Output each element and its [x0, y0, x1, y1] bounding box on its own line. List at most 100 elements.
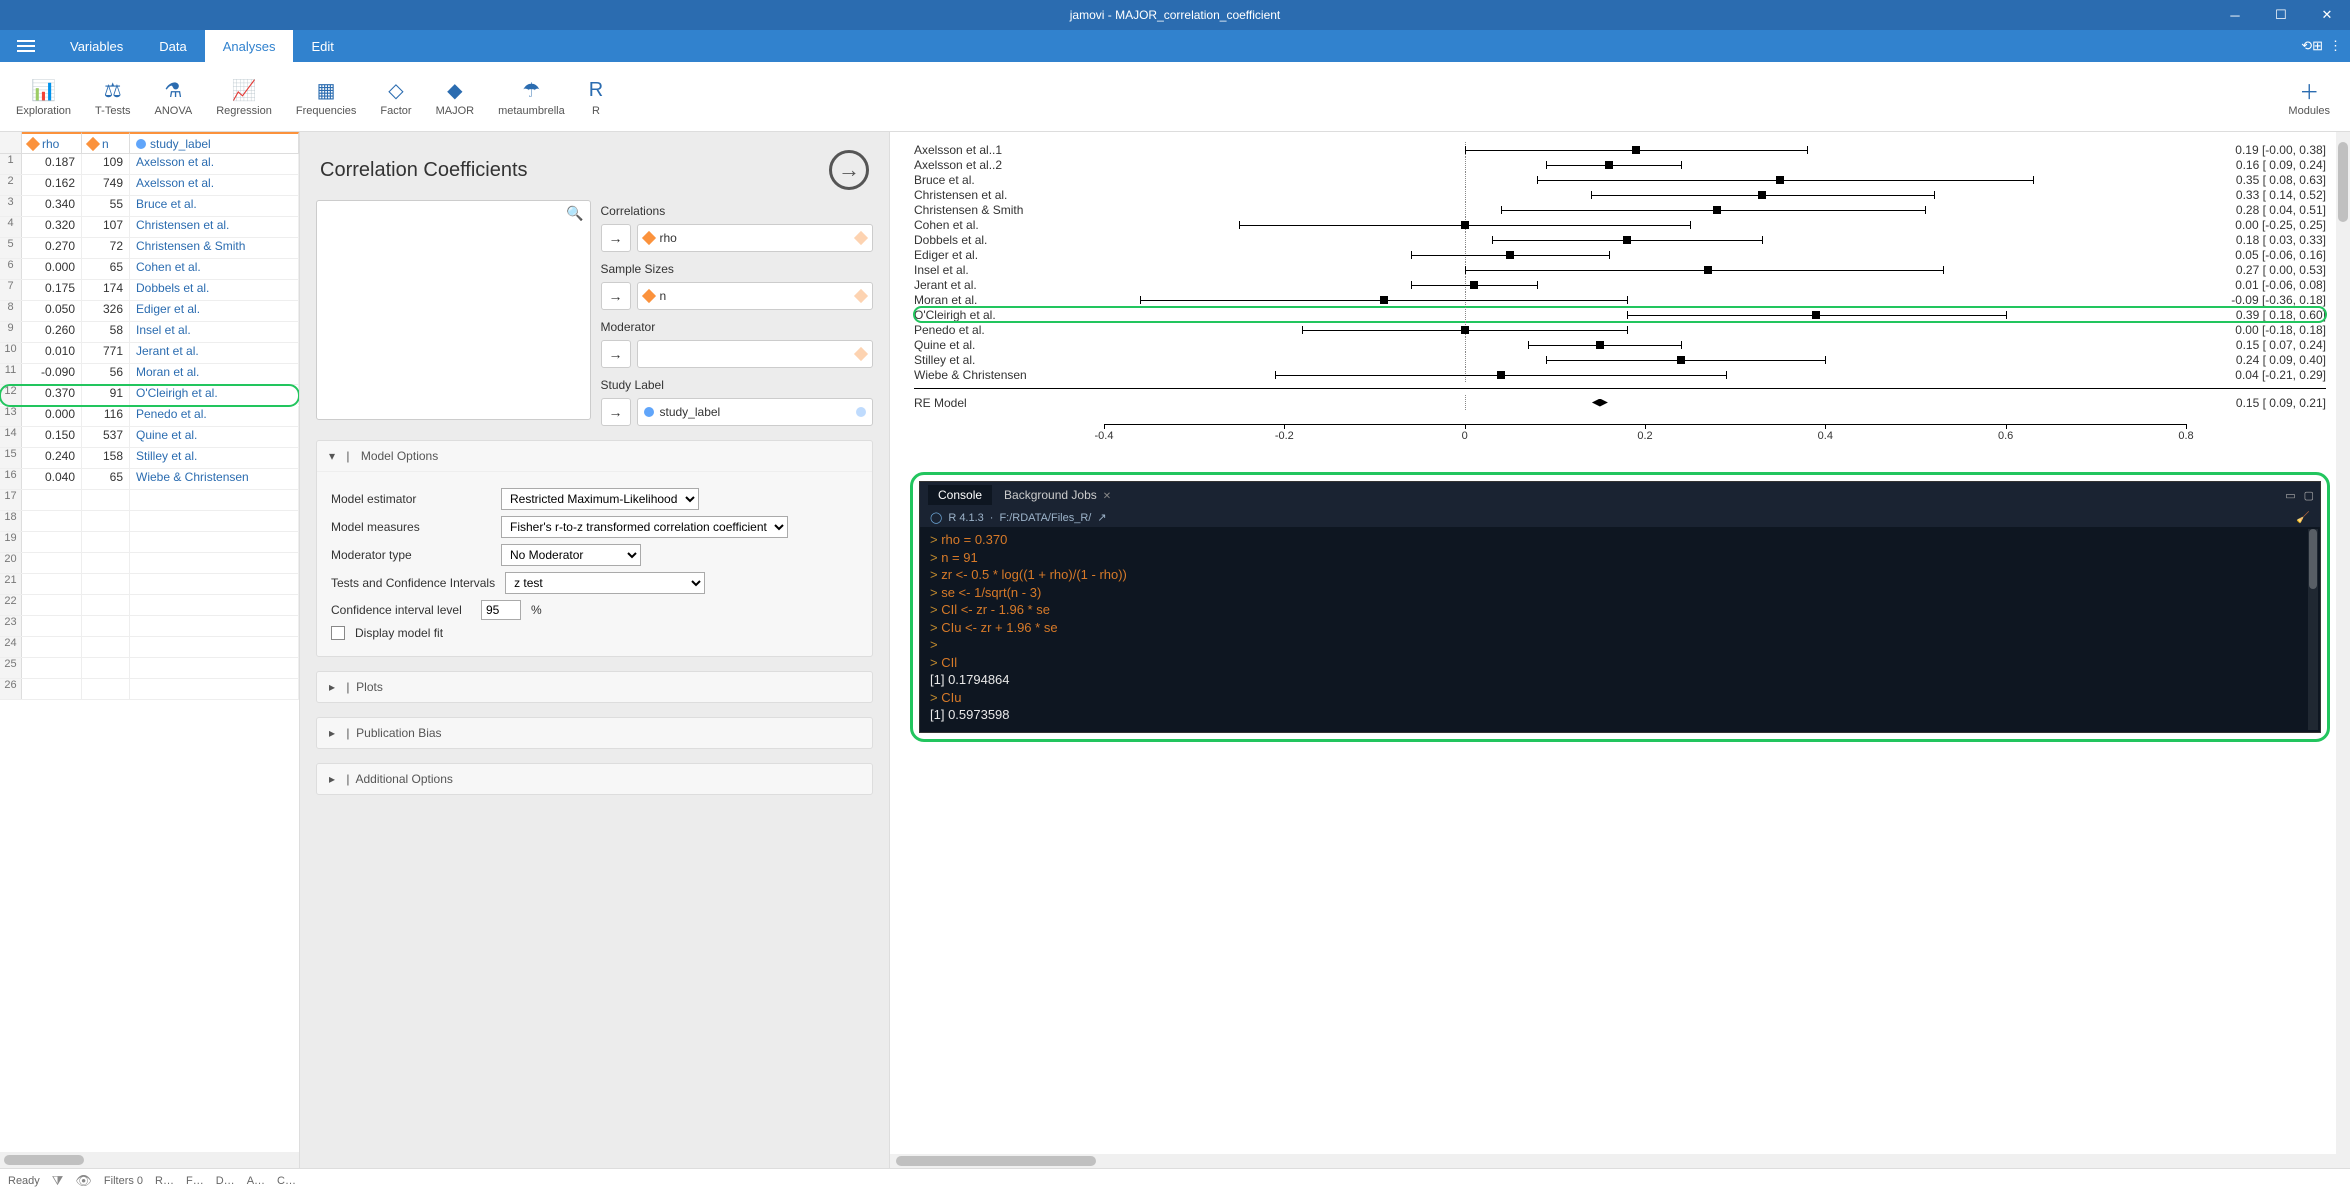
table-row[interactable]: 20.162749Axelsson et al. [0, 175, 299, 196]
console-tab[interactable]: Console [928, 485, 992, 505]
slot-correlations[interactable]: rho [637, 224, 874, 252]
anova-icon: ⚗ [164, 77, 182, 105]
table-row-empty[interactable]: 20 [0, 553, 299, 574]
toolbar-exploration[interactable]: 📊Exploration [4, 67, 83, 127]
menu-data[interactable]: Data [141, 30, 204, 62]
select-moderator-type[interactable]: No Moderator [501, 544, 641, 566]
table-row[interactable]: 10.187109Axelsson et al. [0, 154, 299, 175]
run-arrow-button[interactable]: → [829, 150, 869, 190]
menu-analyses[interactable]: Analyses [205, 30, 294, 62]
table-row-empty[interactable]: 19 [0, 532, 299, 553]
table-row[interactable]: 70.175174Dobbels et al. [0, 280, 299, 301]
table-row[interactable]: 60.00065Cohen et al. [0, 259, 299, 280]
table-row[interactable]: 90.26058Insel et al. [0, 322, 299, 343]
toolbar-metaumbrella[interactable]: ☂metaumbrella [486, 67, 577, 127]
r-console-highlight: Console Background Jobs✕ ▭▢ ◯ R 4.1.3 · … [910, 472, 2330, 742]
table-row[interactable]: 160.04065Wiebe & Christensen [0, 469, 299, 490]
column-header-n[interactable]: n [82, 132, 130, 153]
forest-row: Insel et al.0.27 [ 0.00, 0.53] [914, 262, 2326, 277]
assign-arrow-button[interactable]: → [601, 282, 631, 310]
grid-body[interactable]: 10.187109Axelsson et al.20.162749Axelsso… [0, 154, 299, 1152]
section-header-additional-options[interactable]: ▸ | Additional Options [317, 764, 872, 794]
toolbar-anova[interactable]: ⚗ANOVA [143, 67, 205, 127]
search-icon[interactable]: 🔍 [566, 205, 583, 222]
table-row[interactable]: 80.050326Ediger et al. [0, 301, 299, 322]
toolbar-t-tests[interactable]: ⚖T-Tests [83, 67, 142, 127]
table-row-empty[interactable]: 21 [0, 574, 299, 595]
menu-edit[interactable]: Edit [293, 30, 351, 62]
chevron-right-icon: ▸ [329, 726, 335, 740]
toolbar-regression[interactable]: 📈Regression [204, 67, 284, 127]
table-row[interactable]: 11-0.09056Moran et al. [0, 364, 299, 385]
slot-studylabel[interactable]: study_label [637, 398, 874, 426]
minimize-button[interactable]: ─ [2212, 0, 2258, 30]
toolbar-major[interactable]: ◆MAJOR [424, 67, 487, 127]
chevron-right-icon: ▸ [329, 680, 335, 694]
section-header-publication-bias[interactable]: ▸ | Publication Bias [317, 718, 872, 748]
table-row-empty[interactable]: 24 [0, 637, 299, 658]
console-scrollbar[interactable] [2308, 529, 2318, 730]
menu-variables[interactable]: Variables [52, 30, 141, 62]
close-button[interactable]: ✕ [2304, 0, 2350, 30]
table-row-empty[interactable]: 23 [0, 616, 299, 637]
text-icon [644, 407, 654, 417]
slot-samplesizes[interactable]: n [637, 282, 874, 310]
share-icon[interactable]: ↗ [1097, 511, 1106, 524]
window-controls: ─ ☐ ✕ [2212, 0, 2350, 30]
funnel-icon[interactable]: ⧩ [52, 1173, 64, 1189]
table-row[interactable]: 40.320107Christensen et al. [0, 217, 299, 238]
clear-console-icon[interactable]: 🧹 [2296, 511, 2310, 524]
table-row-empty[interactable]: 17 [0, 490, 299, 511]
assign-arrow-button[interactable]: → [601, 224, 631, 252]
maximize-button[interactable]: ☐ [2258, 0, 2304, 30]
section-header-model-options[interactable]: ▾ | Model Options [317, 441, 872, 472]
input-ci-level[interactable] [481, 600, 521, 620]
table-row-empty[interactable]: 22 [0, 595, 299, 616]
analysis-toolbar: 📊Exploration⚖T-Tests⚗ANOVA📈Regression▦Fr… [0, 62, 2350, 132]
table-row-empty[interactable]: 18 [0, 511, 299, 532]
section-header-plots[interactable]: ▸ | Plots [317, 672, 872, 702]
table-row-empty[interactable]: 25 [0, 658, 299, 679]
slot-label-samplesizes: Sample Sizes [601, 262, 874, 276]
slot-moderator[interactable] [637, 340, 874, 368]
table-row[interactable]: 120.37091O'Cleirigh et al. [0, 385, 299, 406]
table-row[interactable]: 100.010771Jerant et al. [0, 343, 299, 364]
r-icon: R [589, 77, 603, 105]
results-panel: Axelsson et al..10.19 [-0.00, 0.38]Axels… [890, 132, 2350, 1168]
table-row[interactable]: 150.240158Stilley et al. [0, 448, 299, 469]
background-jobs-tab[interactable]: Background Jobs✕ [994, 485, 1121, 505]
table-row[interactable]: 140.150537Quine et al. [0, 427, 299, 448]
table-row[interactable]: 50.27072Christensen & Smith [0, 238, 299, 259]
console-output[interactable]: > rho = 0.370> n = 91> zr <- 0.5 * log((… [920, 527, 2320, 732]
section-model-options: ▾ | Model Options Model estimatorRestric… [316, 440, 873, 657]
select-model-estimator[interactable]: Restricted Maximum-Likelihood [501, 488, 699, 510]
minimize-pane-icon[interactable]: ▭ [2285, 489, 2295, 502]
table-row[interactable]: 130.000116Penedo et al. [0, 406, 299, 427]
r-logo-icon: ◯ [930, 511, 942, 524]
toolbar-factor[interactable]: ◇Factor [368, 67, 423, 127]
toolbar-frequencies[interactable]: ▦Frequencies [284, 67, 369, 127]
label-tests-ci: Tests and Confidence Intervals [331, 576, 495, 590]
settings-icon[interactable]: ⟲⊞ [2301, 38, 2323, 54]
column-header-study-label[interactable]: study_label [130, 132, 299, 153]
results-horizontal-scrollbar[interactable] [890, 1154, 2336, 1168]
maximize-pane-icon[interactable]: ▢ [2304, 489, 2314, 502]
table-row[interactable]: 30.34055Bruce et al. [0, 196, 299, 217]
checkbox-display-model-fit[interactable] [331, 626, 345, 640]
modules-button[interactable]: ＋ Modules [2276, 67, 2342, 127]
assign-arrow-button[interactable]: → [601, 340, 631, 368]
kebab-icon[interactable]: ⋮ [2329, 38, 2342, 54]
toolbar-r[interactable]: RR [577, 67, 615, 127]
results-vertical-scrollbar[interactable] [2336, 132, 2350, 1168]
column-header-rho[interactable]: rho [22, 132, 82, 153]
hamburger-menu[interactable] [8, 30, 44, 62]
eye-icon[interactable]: 👁 [75, 1173, 92, 1189]
r-working-dir[interactable]: F:/RDATA/Files_R/ [999, 512, 1091, 524]
variable-list[interactable]: 🔍 [316, 200, 591, 420]
select-model-measures[interactable]: Fisher's r-to-z transformed correlation … [501, 516, 788, 538]
assign-arrow-button[interactable]: → [601, 398, 631, 426]
close-icon[interactable]: ✕ [1103, 491, 1111, 502]
table-row-empty[interactable]: 26 [0, 679, 299, 700]
select-tests-ci[interactable]: z test [505, 572, 705, 594]
grid-horizontal-scrollbar[interactable] [0, 1152, 299, 1168]
